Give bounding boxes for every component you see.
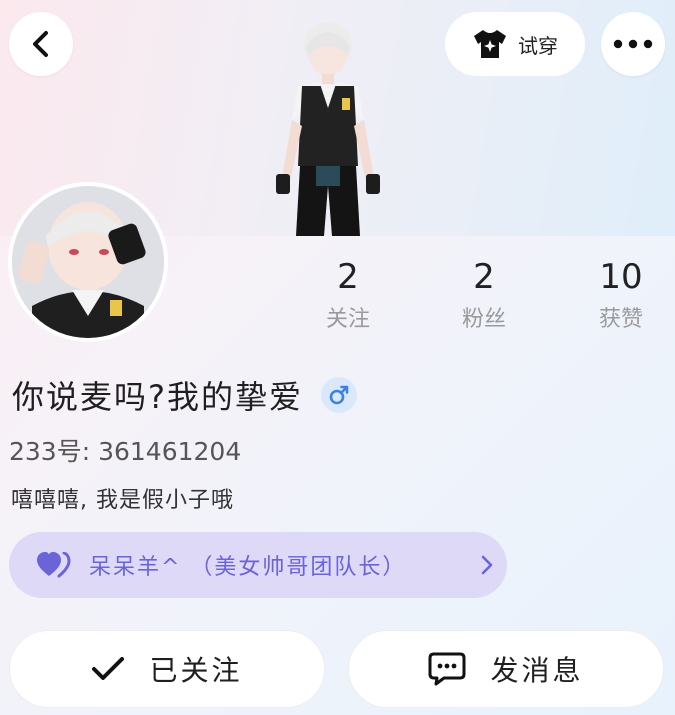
followed-button[interactable]: 已关注 (9, 630, 325, 708)
profile-name: 你说麦吗?我的挚爱 (12, 378, 303, 416)
gender-badge (321, 377, 357, 413)
stat-following-value: 2 (337, 257, 359, 297)
try-on-button[interactable]: 试穿 (445, 12, 585, 76)
send-message-button[interactable]: 发消息 (348, 630, 664, 708)
male-symbol-icon (329, 385, 349, 405)
double-heart-icon (37, 552, 71, 578)
cp-relationship-banner[interactable]: 呆呆羊^ （美女帅哥团队长） (9, 532, 507, 598)
profile-bio: 嘻嘻嘻, 我是假小子哦 (11, 488, 234, 513)
more-button[interactable] (601, 12, 665, 76)
more-dots-icon (613, 39, 653, 49)
stat-fans[interactable]: 2 粉丝 (429, 252, 539, 336)
stat-likes-label: 获赞 (598, 307, 643, 332)
send-message-label: 发消息 (490, 654, 584, 687)
followed-button-label: 已关注 (149, 654, 243, 687)
chat-bubble-icon (428, 652, 466, 686)
stat-following-label: 关注 (325, 307, 370, 332)
checkmark-icon (92, 657, 125, 680)
avatar-3d-figure (276, 22, 380, 236)
chevron-right-icon (467, 555, 507, 575)
chevron-left-icon (33, 31, 48, 57)
cp-banner-text: 呆呆羊^ （美女帅哥团队长） (89, 555, 407, 580)
profile-stats: 2 关注 2 粉丝 10 获赞 (0, 252, 675, 342)
tshirt-icon (474, 30, 506, 58)
profile-name-row: 你说麦吗?我的挚爱 (12, 372, 357, 418)
profile-uid: 233号: 361461204 (9, 437, 242, 466)
stat-following[interactable]: 2 关注 (293, 252, 403, 336)
stat-fans-label: 粉丝 (461, 307, 506, 332)
back-button[interactable] (9, 12, 73, 76)
stat-likes[interactable]: 10 获赞 (566, 252, 675, 336)
stat-fans-value: 2 (473, 257, 495, 297)
stat-likes-value: 10 (599, 257, 643, 297)
try-on-label: 试穿 (518, 33, 558, 58)
